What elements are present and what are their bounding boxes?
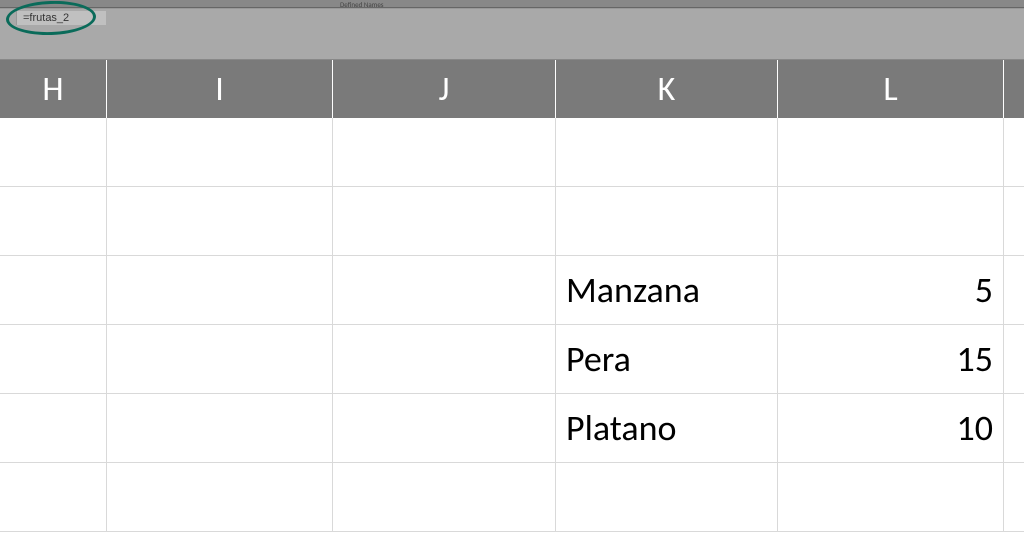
- cell-J-0[interactable]: [333, 118, 556, 187]
- table-row: Platano10: [0, 394, 1024, 463]
- cell-J-1[interactable]: [333, 187, 556, 256]
- cell--2[interactable]: [1004, 256, 1024, 325]
- table-row: [0, 463, 1024, 532]
- cell-H-5[interactable]: [0, 463, 107, 532]
- cell-K-4[interactable]: Platano: [556, 394, 778, 463]
- cell-K-2[interactable]: Manzana: [556, 256, 778, 325]
- col-header-L[interactable]: L: [778, 60, 1004, 118]
- cell--3[interactable]: [1004, 325, 1024, 394]
- cell-L-5[interactable]: [778, 463, 1004, 532]
- cell--1[interactable]: [1004, 187, 1024, 256]
- column-headers: H I J K L: [0, 60, 1024, 118]
- formula-bar: =frutas_2: [0, 8, 1024, 60]
- cell-K-5[interactable]: [556, 463, 778, 532]
- col-header-H[interactable]: H: [0, 60, 107, 118]
- cell-H-4[interactable]: [0, 394, 107, 463]
- cell-J-4[interactable]: [333, 394, 556, 463]
- cell-I-3[interactable]: [107, 325, 333, 394]
- cell-I-5[interactable]: [107, 463, 333, 532]
- cell-I-1[interactable]: [107, 187, 333, 256]
- cell-I-4[interactable]: [107, 394, 333, 463]
- col-header-next[interactable]: [1004, 60, 1024, 118]
- cell-L-3[interactable]: 15: [778, 325, 1004, 394]
- cell-K-0[interactable]: [556, 118, 778, 187]
- cell--5[interactable]: [1004, 463, 1024, 532]
- cell-H-3[interactable]: [0, 325, 107, 394]
- ribbon-group-label: Defined Names: [340, 0, 384, 8]
- cell-H-2[interactable]: [0, 256, 107, 325]
- cell-L-1[interactable]: [778, 187, 1004, 256]
- cell-H-1[interactable]: [0, 187, 107, 256]
- formula-input[interactable]: =frutas_2: [16, 11, 106, 25]
- col-header-K[interactable]: K: [556, 60, 778, 118]
- cell-I-0[interactable]: [107, 118, 333, 187]
- cell--4[interactable]: [1004, 394, 1024, 463]
- cell-L-2[interactable]: 5: [778, 256, 1004, 325]
- ribbon-strip: Defined Names: [0, 0, 1024, 8]
- cell-J-5[interactable]: [333, 463, 556, 532]
- cell-I-2[interactable]: [107, 256, 333, 325]
- table-row: Manzana5: [0, 256, 1024, 325]
- cell--0[interactable]: [1004, 118, 1024, 187]
- spreadsheet-grid: Manzana5Pera15Platano10: [0, 118, 1024, 532]
- table-row: [0, 187, 1024, 256]
- cell-J-2[interactable]: [333, 256, 556, 325]
- cell-L-0[interactable]: [778, 118, 1004, 187]
- table-row: [0, 118, 1024, 187]
- table-row: Pera15: [0, 325, 1024, 394]
- cell-K-3[interactable]: Pera: [556, 325, 778, 394]
- col-header-J[interactable]: J: [333, 60, 556, 118]
- cell-H-0[interactable]: [0, 118, 107, 187]
- col-header-I[interactable]: I: [107, 60, 333, 118]
- cell-J-3[interactable]: [333, 325, 556, 394]
- cell-L-4[interactable]: 10: [778, 394, 1004, 463]
- cell-K-1[interactable]: [556, 187, 778, 256]
